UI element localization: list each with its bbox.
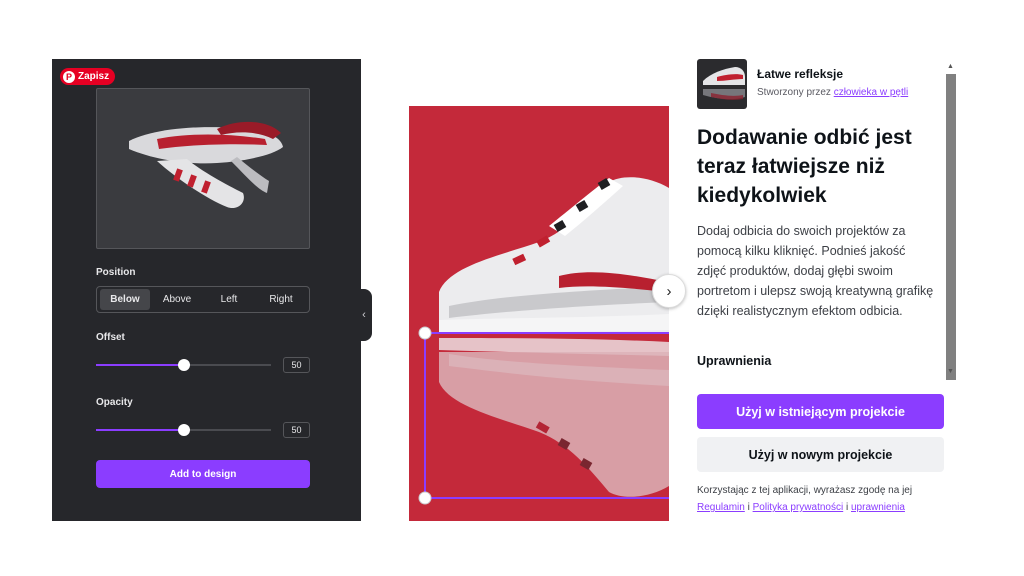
app-headline: Dodawanie odbić jest teraz łatwiejsze ni… [697,126,912,207]
privacy-policy-link[interactable]: Polityka prywatności [753,502,844,513]
chevron-left-icon: ‹ [362,309,366,321]
pinterest-icon: P [63,70,75,83]
next-image-button[interactable]: › [652,274,686,308]
consent-text: Korzystając z tej aplikacji, wyrażasz zg… [697,482,957,516]
offset-slider[interactable] [96,359,271,371]
product-image [409,106,669,521]
permissions-link[interactable]: uprawnienia [851,502,905,513]
opacity-label: Opacity [96,397,133,408]
collapse-panel-button[interactable]: ‹ [356,289,372,341]
position-option-below[interactable]: Below [100,289,150,310]
opacity-slider-handle[interactable] [177,424,190,436]
scroll-down-icon[interactable]: ▼ [947,368,954,375]
scroll-up-icon[interactable]: ▲ [947,63,954,70]
use-in-existing-project-button[interactable]: Użyj w istniejącym projekcie [697,394,944,429]
offset-slider-handle[interactable] [177,359,190,371]
consent-separator-2: i [845,502,849,513]
position-option-left[interactable]: Left [204,289,254,310]
opacity-value-input[interactable]: 50 [283,422,310,438]
info-scrollbar[interactable]: ▲ ▼ [946,63,956,380]
page: P Zapisz Position Below Above Left Right… [0,0,1024,576]
terms-link[interactable]: Regulamin [697,502,745,513]
offset-slider-fill [96,364,184,366]
sneaker-reflection-preview-image [129,121,283,209]
consent-sentence: Korzystając z tej aplikacji, wyrażasz zg… [697,485,913,496]
position-label: Position [96,267,136,278]
app-thumbnail-image [703,67,745,100]
app-creator: Stworzony przez człowieka w pętli [757,87,908,98]
position-option-above[interactable]: Above [152,289,202,310]
permissions-heading[interactable]: Uprawnienia [697,354,771,368]
offset-value-input[interactable]: 50 [283,357,310,373]
app-thumbnail [697,59,747,109]
use-in-new-project-button[interactable]: Użyj w nowym projekcie [697,437,944,472]
app-creator-prefix: Stworzony przez [757,87,834,98]
pinterest-save-button[interactable]: P Zapisz [60,68,116,85]
opacity-slider[interactable] [96,424,271,436]
pinterest-save-label: Zapisz [78,71,110,82]
chevron-right-icon: › [666,282,672,300]
position-selector: Below Above Left Right [96,286,310,313]
position-option-right[interactable]: Right [256,289,306,310]
opacity-slider-fill [96,429,184,431]
sneaker-reflection-image [418,177,669,505]
offset-label: Offset [96,332,125,343]
reflection-preview [96,88,310,249]
add-to-design-button[interactable]: Add to design [96,460,310,488]
scrollbar-thumb[interactable] [946,74,956,380]
app-description: Dodaj odbicia do swoich projektów za pom… [697,224,934,318]
app-name: Łatwe refleksje [757,67,844,81]
creator-link[interactable]: człowieka w pętli [834,87,908,98]
consent-separator: i [747,502,750,513]
